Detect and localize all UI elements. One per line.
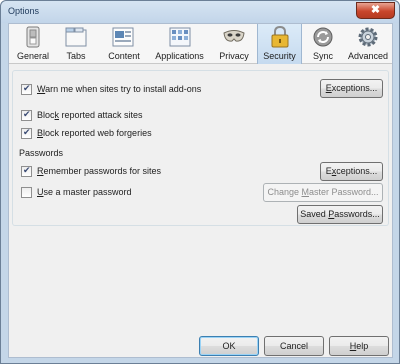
password-exceptions-button[interactable]: Exceptions... bbox=[320, 162, 383, 181]
master-password-checkbox[interactable]: Use a master password bbox=[21, 186, 221, 200]
tab-general-label: General bbox=[16, 51, 50, 61]
general-switch-icon bbox=[26, 26, 40, 48]
block-forgeries-label: Block reported web forgeries bbox=[37, 128, 152, 138]
advanced-gear-icon bbox=[358, 27, 378, 47]
tab-content[interactable]: Content bbox=[102, 24, 146, 64]
tab-applications-label: Applications bbox=[155, 51, 204, 61]
tab-privacy[interactable]: Privacy bbox=[213, 24, 255, 64]
content-icon bbox=[112, 27, 134, 47]
pane-toolbar: General Tabs Content Applications Privac… bbox=[9, 24, 392, 64]
tab-tabs-label: Tabs bbox=[66, 51, 86, 61]
tab-advanced[interactable]: Advanced bbox=[346, 24, 390, 64]
block-attack-sites-label: Block reported attack sites bbox=[37, 110, 143, 120]
saved-passwords-button[interactable]: Saved Passwords... bbox=[297, 205, 383, 224]
remember-passwords-check[interactable] bbox=[21, 165, 32, 177]
warn-addons-label: Warn me when sites try to install add-on… bbox=[37, 84, 202, 94]
sync-icon bbox=[313, 27, 333, 47]
change-master-password-button[interactable]: Change Master Password... bbox=[263, 183, 383, 202]
tab-content-label: Content bbox=[108, 51, 140, 61]
tab-general[interactable]: General bbox=[14, 24, 52, 64]
window-title: Options bbox=[8, 6, 40, 16]
remember-passwords-label: Remember passwords for sites bbox=[37, 166, 162, 176]
cancel-button[interactable]: Cancel bbox=[264, 336, 324, 356]
padlock-icon bbox=[271, 26, 288, 48]
master-password-label: Use a master password bbox=[37, 187, 132, 197]
tab-privacy-label: Privacy bbox=[219, 51, 249, 61]
dialog-client-area: General Tabs Content Applications Privac… bbox=[8, 23, 393, 358]
options-window: Options ✖ General Tabs Content Applicati… bbox=[0, 0, 400, 364]
tab-security[interactable]: Security bbox=[257, 24, 302, 64]
applications-icon bbox=[169, 27, 190, 47]
tab-sync[interactable]: Sync bbox=[305, 24, 341, 64]
tab-advanced-label: Advanced bbox=[347, 51, 389, 61]
passwords-group: Remember passwords for sites Exceptions.… bbox=[12, 160, 389, 226]
addon-exceptions-button[interactable]: Exceptions... bbox=[320, 79, 383, 98]
tabs-icon bbox=[65, 27, 87, 47]
help-button[interactable]: Help bbox=[329, 336, 389, 356]
tab-applications[interactable]: Applications bbox=[151, 24, 208, 64]
block-attack-sites-checkbox[interactable]: Block reported attack sites bbox=[21, 109, 221, 123]
block-forgeries-check[interactable] bbox=[21, 127, 32, 139]
security-group: Warn me when sites try to install add-on… bbox=[12, 70, 389, 164]
warn-addons-checkbox[interactable]: Warn me when sites try to install add-on… bbox=[21, 83, 281, 97]
title-bar[interactable]: Options ✖ bbox=[1, 1, 399, 23]
privacy-mask-icon bbox=[223, 30, 245, 42]
tab-security-label: Security bbox=[263, 51, 296, 61]
warn-addons-check[interactable] bbox=[21, 83, 32, 95]
remember-passwords-checkbox[interactable]: Remember passwords for sites bbox=[21, 165, 221, 179]
passwords-header: Passwords bbox=[19, 148, 64, 158]
block-attack-sites-check[interactable] bbox=[21, 109, 32, 121]
tab-tabs[interactable]: Tabs bbox=[57, 24, 95, 64]
block-forgeries-checkbox[interactable]: Block reported web forgeries bbox=[21, 127, 221, 141]
close-button[interactable]: ✖ bbox=[356, 2, 395, 19]
tab-sync-label: Sync bbox=[312, 51, 333, 61]
ok-button[interactable]: OK bbox=[199, 336, 259, 356]
master-password-check[interactable] bbox=[21, 187, 32, 198]
